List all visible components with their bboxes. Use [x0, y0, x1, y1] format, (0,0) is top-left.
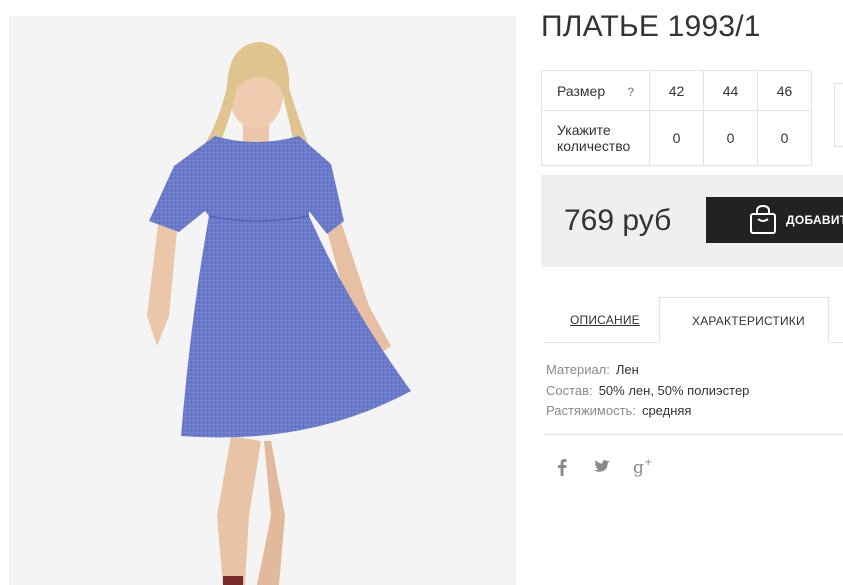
size-option-44: 44 — [703, 70, 758, 111]
spec-stretch: Растяжимость: средняя — [546, 401, 749, 422]
product-price: 769 руб — [564, 204, 672, 237]
active-tab-gap — [659, 342, 829, 343]
product-tabs: ОПИСАНИЕ ХАРАКТЕРИСТИКИ — [541, 297, 843, 343]
characteristics-list: Материал: Лен Состав: 50% лен, 50% полиэст… — [546, 360, 749, 422]
size-option-46: 46 — [757, 70, 812, 111]
product-title: ПЛАТЬЕ 1993/1 — [541, 10, 761, 43]
spec-key: Состав: — [546, 382, 593, 398]
svg-text:g: g — [633, 458, 644, 478]
size-option-42: 42 — [649, 70, 704, 111]
product-photo — [9, 16, 516, 585]
shopping-bag-icon — [749, 204, 777, 240]
size-row: Размер? 42 44 46 — [541, 70, 812, 111]
tab-characteristics[interactable]: ХАРАКТЕРИСТИКИ — [659, 297, 829, 342]
quantity-row: Укажите количество 0 0 0 — [541, 110, 812, 166]
size-table: Размер? 42 44 46 Укажите количество 0 0 … — [541, 70, 812, 166]
quantity-label: Укажите количество — [557, 122, 631, 154]
side-panel-edge — [834, 83, 843, 147]
size-label: Размер — [557, 82, 606, 99]
spec-value: Лен — [615, 362, 639, 377]
facebook-icon[interactable] — [556, 458, 568, 481]
tab-characteristics-label: ХАРАКТЕРИСТИКИ — [692, 314, 805, 328]
spec-key: Материал: — [546, 362, 610, 377]
spec-key: Растяжимость: — [546, 403, 636, 418]
quantity-input-42[interactable]: 0 — [649, 110, 704, 166]
price-panel: 769 руб ДОБАВИТ — [541, 175, 843, 267]
spec-value: 50% лен, 50% полиэстер — [598, 382, 750, 398]
spec-value: средняя — [641, 403, 692, 418]
spec-composition: Состав: 50% лен, 50% полиэстер — [546, 381, 749, 402]
quantity-input-46[interactable]: 0 — [757, 110, 812, 166]
add-to-cart-label: ДОБАВИТ — [786, 213, 843, 227]
google-plus-icon[interactable]: g + — [632, 456, 654, 483]
tab-description[interactable]: ОПИСАНИЕ — [570, 313, 640, 327]
twitter-icon[interactable] — [594, 460, 610, 479]
size-help-icon[interactable]: ? — [627, 85, 634, 99]
quantity-label-cell: Укажите количество — [541, 110, 650, 166]
add-to-cart-button[interactable]: ДОБАВИТ — [706, 197, 843, 243]
section-divider — [544, 434, 843, 435]
size-label-cell: Размер? — [541, 70, 650, 111]
spec-material: Материал: Лен — [546, 360, 749, 381]
quantity-input-44[interactable]: 0 — [703, 110, 758, 166]
svg-text:+: + — [644, 457, 652, 468]
